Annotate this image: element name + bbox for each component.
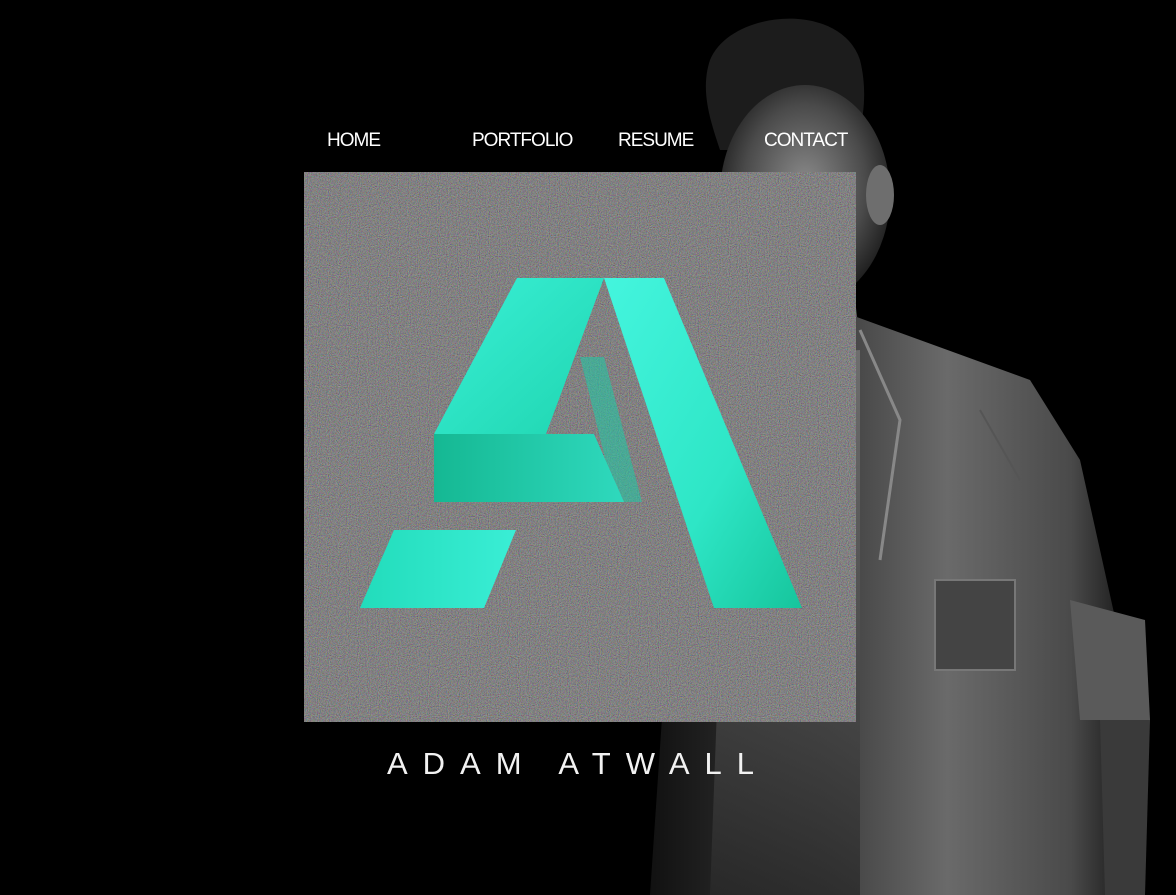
logo-panel xyxy=(304,172,856,722)
main-nav: HOME PORTFOLIO RESUME CONTACT xyxy=(0,128,1176,156)
a-logo-icon xyxy=(360,278,802,608)
nav-resume[interactable]: RESUME xyxy=(618,128,694,154)
site-name: ADAM ATWALL xyxy=(0,744,1176,784)
nav-home[interactable]: HOME xyxy=(327,128,381,154)
nav-portfolio[interactable]: PORTFOLIO xyxy=(472,128,573,154)
name-text: ADAM ATWALL xyxy=(386,746,770,781)
nav-contact[interactable]: CONTACT xyxy=(764,128,848,154)
